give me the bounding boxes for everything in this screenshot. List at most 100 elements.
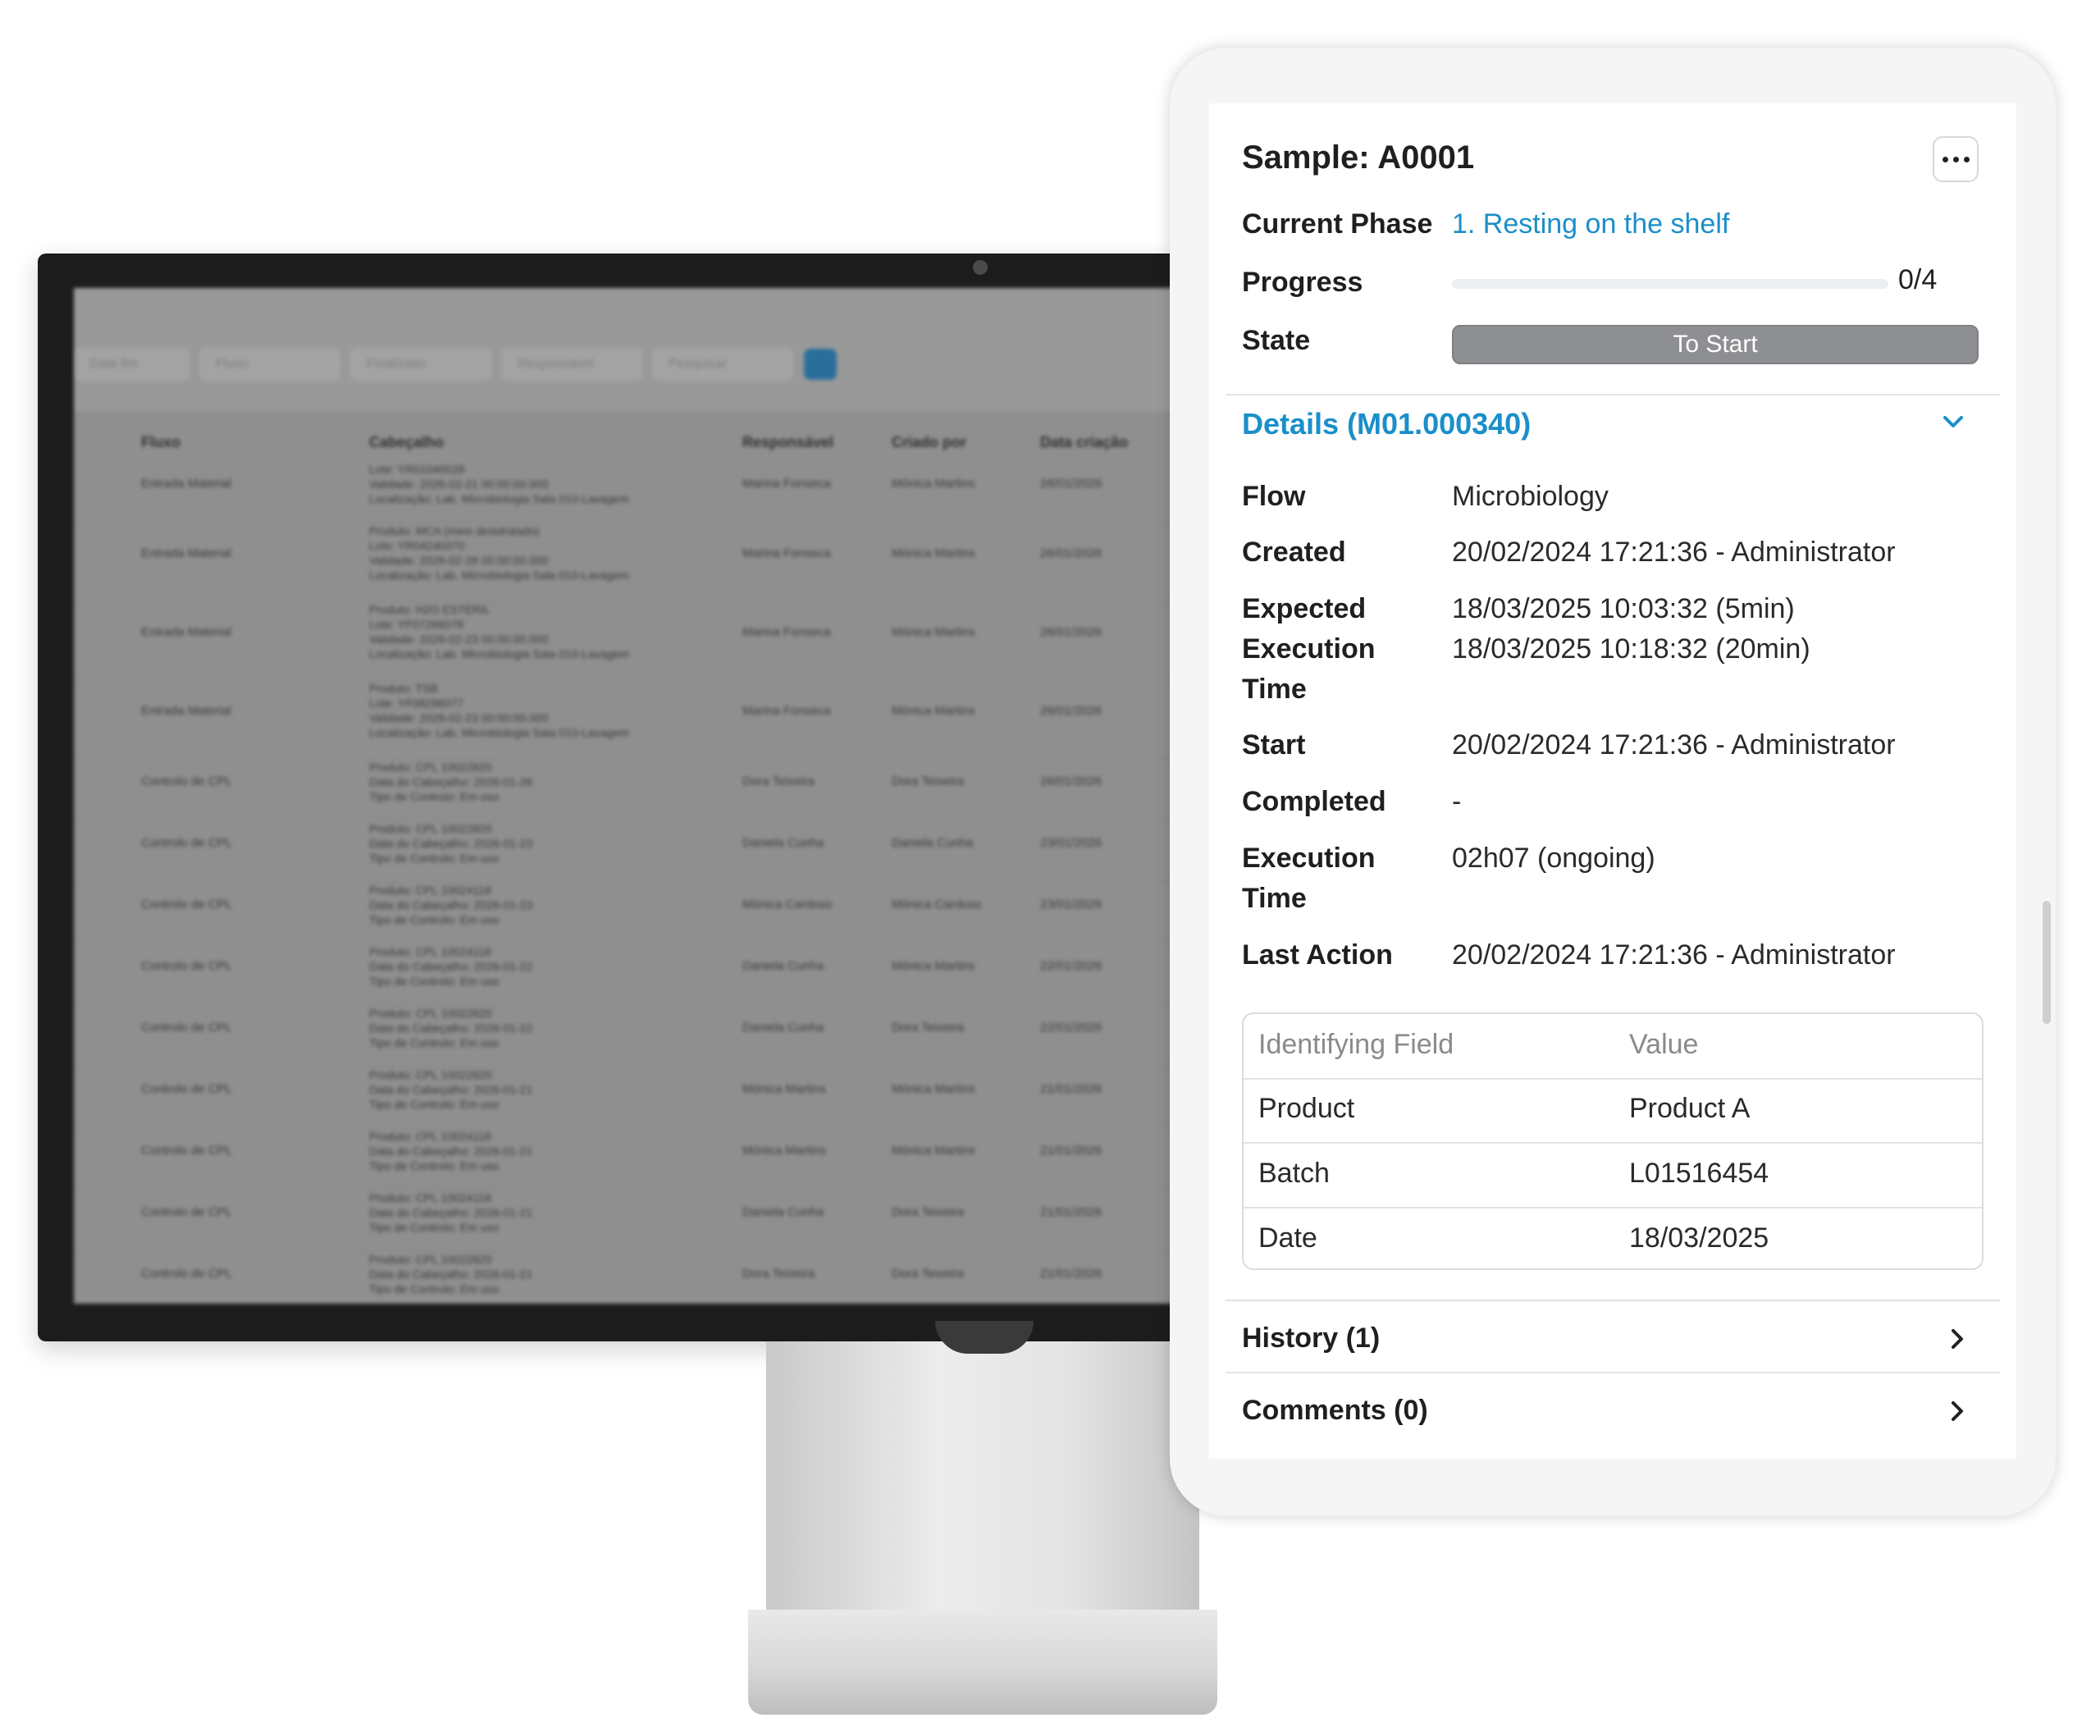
table-row[interactable]: Entrada Material Lote: YR01040028 Validad…: [74, 460, 1211, 523]
sample-title: Sample: A0001: [1242, 139, 1475, 176]
table-row[interactable]: Controlo de CPL Produto: CPL 10024118 Dat…: [74, 1189, 1211, 1251]
cell-flow: Controlo de CPL: [141, 774, 232, 788]
cell-flow: Controlo de CPL: [141, 1082, 232, 1096]
table-row: Date 18/03/2025: [1244, 1208, 1982, 1268]
col-responsible: Responsável: [742, 434, 834, 450]
filter-responsible[interactable]: Responsável: [502, 349, 641, 380]
detail-label-execution-time: Execution Time: [1242, 843, 1376, 914]
cell-responsible: Daniela Cunha: [742, 1021, 824, 1035]
table-row[interactable]: Controlo de CPL Produto: CPL 10022820 Dat…: [74, 820, 1211, 882]
header-value: Value: [1629, 1029, 1699, 1060]
col-created-date: Data criação: [1040, 434, 1129, 450]
details-section-toggle[interactable]: Details (M01.000340): [1242, 407, 1531, 441]
cell-created-by: Dora Teixeira: [892, 1205, 965, 1219]
detail-label-flow: Flow: [1242, 481, 1306, 512]
filter-flow[interactable]: Fluxo: [200, 349, 340, 380]
detail-label-last-action: Last Action: [1242, 939, 1393, 971]
cell-header: Lote: YR01040028 Validade: 2026-02-21 00…: [369, 463, 629, 505]
detail-label-start: Start: [1242, 729, 1306, 761]
detail-value-flow: Microbiology: [1452, 481, 1609, 512]
chevron-right-icon[interactable]: [1947, 1396, 1967, 1426]
cell-created-date: 21/01/2026: [1040, 1267, 1102, 1281]
divider: [1226, 394, 2000, 395]
detail-value-execution-time: 02h07 (ongoing): [1452, 843, 1655, 874]
cell-created-by: Daniela Cunha: [892, 836, 974, 850]
cell-responsible: Dora Teixeira: [742, 774, 815, 788]
cell-created-by: Mónica Martins: [892, 477, 975, 491]
cell-created-by: Mónica Martins: [892, 1144, 975, 1158]
detail-label-completed: Completed: [1242, 786, 1386, 817]
current-phase-link[interactable]: 1. Resting on the shelf: [1452, 208, 1729, 240]
cell-header: Produto: CPL 10022820 Data do Cabeçalho:…: [369, 1253, 533, 1295]
monitor-stand-base: [748, 1610, 1217, 1715]
detail-value-start: 20/02/2024 17:21:36 - Administrator: [1452, 729, 1896, 761]
history-section-toggle[interactable]: History (1): [1242, 1323, 1380, 1355]
cell-responsible: Daniela Cunha: [742, 1205, 824, 1219]
progress-count: 0/4: [1898, 264, 1938, 295]
scrollbar[interactable]: [2043, 901, 2051, 1024]
sample-card: Sample: A0001 Current Phase 1. Resting o…: [1209, 103, 2016, 1459]
chevron-down-icon[interactable]: [1941, 412, 1965, 432]
detail-label-expected-execution-time: Expected Execution Time: [1242, 593, 1376, 705]
table-row[interactable]: Controlo de CPL Produto: CPL 10022820 Dat…: [74, 1066, 1211, 1128]
table-row[interactable]: Controlo de CPL Produto: CPL 10024118 Dat…: [74, 943, 1211, 1005]
chevron-right-icon[interactable]: [1947, 1324, 1967, 1354]
cell-flow: Controlo de CPL: [141, 1144, 232, 1158]
cell-created-by: Mónica Martins: [892, 546, 975, 560]
sample-panel: Sample: A0001 Current Phase 1. Resting o…: [1170, 48, 2056, 1516]
filter-date-end[interactable]: Data fim: [74, 349, 189, 380]
cell-header: Produto: CPL 10024118 Data do Cabeçalho:…: [369, 1191, 533, 1234]
cell-responsible: Mónica Martins: [742, 1144, 826, 1158]
cell-responsible: Mónica Martins: [742, 1082, 826, 1096]
table-row[interactable]: Controlo de CPL Produto: CPL 10022820 Dat…: [74, 758, 1211, 820]
table-row[interactable]: Entrada Material Produto: MCA (meio desid…: [74, 522, 1211, 601]
table-row[interactable]: Controlo de CPL Produto: CPL 10022820 Dat…: [74, 1004, 1211, 1067]
cell-flow: Controlo de CPL: [141, 1267, 232, 1281]
cell-created-date: 26/01/2026: [1040, 625, 1102, 639]
identifying-fields-table: Identifying Field Value Product Product …: [1242, 1012, 1984, 1270]
monitor-stand-neck: [766, 1341, 1199, 1620]
comments-section-toggle[interactable]: Comments (0): [1242, 1395, 1428, 1427]
state-badge: To Start: [1452, 325, 1979, 364]
cell-header: Produto: CPL 10024118 Data do Cabeçalho:…: [369, 1130, 533, 1172]
filter-finished[interactable]: Finalizado: [351, 349, 491, 380]
table-row[interactable]: Entrada Material Produto: H2O ESTÉRIL Lot…: [74, 601, 1211, 680]
table-row: Batch L01516454: [1244, 1143, 1982, 1208]
table-row[interactable]: Controlo de CPL Produto: CPL 10024118 Dat…: [74, 1127, 1211, 1190]
cell-created-date: 22/01/2026: [1040, 959, 1102, 973]
progress-label: Progress: [1242, 267, 1363, 298]
cell-created-by: Dora Teixeira: [892, 1267, 965, 1281]
col-created-by: Criado por: [892, 434, 967, 450]
table-row[interactable]: Controlo de CPL Produto: CPL 10024118 Dat…: [74, 881, 1211, 943]
cell-header: Produto: CPL 10022820 Data do Cabeçalho:…: [369, 761, 533, 803]
table-row[interactable]: Entrada Material Produto: TSB Lote: YF082…: [74, 679, 1211, 759]
detail-value-last-action: 20/02/2024 17:21:36 - Administrator: [1452, 939, 1896, 971]
cell-header: Produto: CPL 10022820 Data do Cabeçalho:…: [369, 1007, 533, 1049]
cell-flow: Entrada Material: [141, 704, 232, 718]
cell-responsible: Daniela Cunha: [742, 836, 824, 850]
detail-value-created: 20/02/2024 17:21:36 - Administrator: [1452, 537, 1896, 568]
cell-header: Produto: CPL 10024118 Data do Cabeçalho:…: [369, 884, 533, 926]
detail-label-created: Created: [1242, 537, 1346, 568]
field-value: Product A: [1629, 1093, 1751, 1124]
cell-flow: Controlo de CPL: [141, 836, 232, 850]
more-options-button[interactable]: [1933, 136, 1979, 182]
cell-created-date: 26/01/2026: [1040, 704, 1102, 718]
cell-flow: Controlo de CPL: [141, 1205, 232, 1219]
col-header: Cabeçalho: [369, 434, 445, 450]
search-button[interactable]: [804, 349, 837, 380]
table-row[interactable]: Controlo de CPL Produto: CPL 10022820 Dat…: [74, 1250, 1211, 1304]
cell-responsible: Daniela Cunha: [742, 959, 824, 973]
field-value: L01516454: [1629, 1158, 1769, 1189]
field-name: Date: [1258, 1222, 1317, 1254]
cell-responsible: Marina Fonseca: [742, 477, 831, 491]
cell-created-by: Dora Teixeira: [892, 1021, 965, 1035]
progress-bar: [1452, 279, 1888, 289]
cell-created-by: Mónica Martins: [892, 1082, 975, 1096]
cell-header: Produto: TSB Lote: YF08296077 Validade: …: [369, 682, 629, 739]
header-identifying-field: Identifying Field: [1258, 1029, 1454, 1060]
cell-responsible: Mónica Cardoso: [742, 898, 833, 911]
cell-created-by: Mónica Martins: [892, 959, 975, 973]
cell-responsible: Marina Fonseca: [742, 625, 831, 639]
filter-search[interactable]: Pesquisar: [653, 349, 792, 380]
